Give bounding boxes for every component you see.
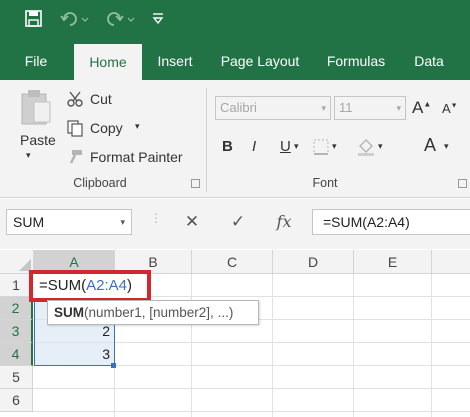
- font-group-label: Font: [312, 176, 338, 190]
- borders-icon[interactable]: [312, 138, 330, 159]
- formula-bar: SUM ▾ ⋮ ✕ ✓ fx =SUM(A2:A4): [0, 199, 470, 249]
- customize-qat-icon[interactable]: [152, 10, 164, 32]
- cut-icon: [66, 90, 84, 111]
- tooltip-function-name[interactable]: SUM: [54, 305, 84, 320]
- font-color-icon[interactable]: A: [424, 135, 436, 156]
- column-header-f[interactable]: [432, 250, 470, 274]
- format-painter-button[interactable]: Format Painter: [90, 149, 183, 165]
- row-header-3[interactable]: 3: [0, 320, 33, 343]
- clipboard-group-label: Clipboard: [73, 176, 127, 190]
- bold-button[interactable]: B: [222, 138, 233, 155]
- save-icon[interactable]: [25, 10, 42, 33]
- row-header-6[interactable]: 6: [0, 389, 33, 412]
- font-color-dropdown-icon[interactable]: ▾: [444, 141, 449, 152]
- copy-icon: [66, 119, 84, 140]
- group-divider: [206, 88, 207, 192]
- tab-data[interactable]: Data: [404, 42, 454, 80]
- italic-button[interactable]: I: [252, 138, 256, 155]
- tab-insert[interactable]: Insert: [148, 42, 202, 80]
- fill-color-dropdown-icon[interactable]: ▾: [378, 141, 383, 152]
- row-header-4[interactable]: 4: [0, 343, 33, 366]
- chevron-down-icon: ▾: [120, 217, 125, 227]
- underline-dropdown-icon[interactable]: ▾: [294, 141, 299, 152]
- font-name-combo[interactable]: Calibri ▾: [215, 96, 331, 120]
- borders-dropdown-icon[interactable]: ▾: [332, 141, 337, 152]
- column-header-e[interactable]: E: [354, 250, 432, 274]
- insert-function-icon[interactable]: fx: [270, 209, 298, 235]
- formula-suffix: ): [126, 277, 132, 294]
- name-box[interactable]: SUM ▾: [6, 209, 132, 235]
- paste-icon[interactable]: [18, 88, 54, 129]
- gridline: [431, 274, 432, 417]
- active-cell-editor[interactable]: =SUM(A2:A4): [29, 270, 151, 302]
- quick-access-toolbar: [0, 0, 470, 42]
- tab-formulas[interactable]: Formulas: [318, 42, 394, 80]
- font-size-combo[interactable]: 11 ▾: [334, 96, 406, 120]
- tab-page-layout[interactable]: Page Layout: [210, 42, 310, 80]
- clipboard-launcher-icon[interactable]: [191, 179, 200, 188]
- gridline: [191, 274, 192, 417]
- row-header-5[interactable]: 5: [0, 366, 33, 389]
- chevron-down-icon: ▾: [396, 103, 401, 113]
- worksheet-grid[interactable]: A B C D E 1 2 3 4 5 6 2 3 =SUM(A2:A4) SU…: [0, 250, 470, 417]
- formula-bar-grip-icon[interactable]: ⋮: [150, 211, 162, 225]
- ribbon-tabs: File Home Insert Page Layout Formulas Da…: [0, 42, 470, 80]
- font-size-value: 11: [339, 100, 353, 115]
- font-launcher-icon[interactable]: [458, 179, 467, 188]
- redo-icon[interactable]: [106, 10, 136, 34]
- cut-button[interactable]: Cut: [90, 91, 112, 107]
- formula-reference: A2:A4: [86, 277, 127, 294]
- grow-font-icon[interactable]: A▲: [412, 98, 431, 118]
- shrink-font-icon[interactable]: A▼: [442, 101, 458, 116]
- name-box-value: SUM: [13, 214, 45, 230]
- undo-icon[interactable]: [60, 10, 90, 34]
- formula-prefix: =SUM(: [39, 277, 87, 294]
- paste-button[interactable]: Paste: [20, 132, 56, 148]
- font-name-value: Calibri: [220, 100, 257, 115]
- copy-button[interactable]: Copy: [90, 120, 123, 136]
- fill-handle[interactable]: [111, 363, 116, 368]
- tab-file[interactable]: File: [12, 42, 60, 80]
- tooltip-arguments: (number1, [number2], ...): [84, 305, 234, 320]
- chevron-down-icon: ▾: [321, 103, 326, 113]
- copy-dropdown-icon[interactable]: ▾: [135, 121, 140, 132]
- gridline: [33, 411, 470, 412]
- underline-button[interactable]: U: [280, 138, 291, 155]
- column-header-c[interactable]: C: [192, 250, 273, 274]
- fill-color-icon[interactable]: [356, 136, 376, 159]
- tab-home[interactable]: Home: [74, 44, 142, 80]
- cell-a4[interactable]: 3: [34, 343, 110, 366]
- gridline: [272, 274, 273, 417]
- enter-icon[interactable]: ✓: [224, 209, 252, 235]
- cancel-icon[interactable]: ✕: [178, 209, 206, 235]
- function-tooltip[interactable]: SUM(number1, [number2], ...): [47, 300, 259, 325]
- format-painter-icon: [66, 148, 84, 169]
- ribbon-home: Paste ▾ Cut Copy ▾ Format Painter Clipbo…: [0, 80, 470, 198]
- formula-input[interactable]: =SUM(A2:A4): [312, 209, 470, 235]
- gridline: [353, 274, 354, 417]
- gridline: [33, 388, 470, 389]
- paste-dropdown-icon[interactable]: ▾: [26, 150, 31, 161]
- column-header-d[interactable]: D: [273, 250, 354, 274]
